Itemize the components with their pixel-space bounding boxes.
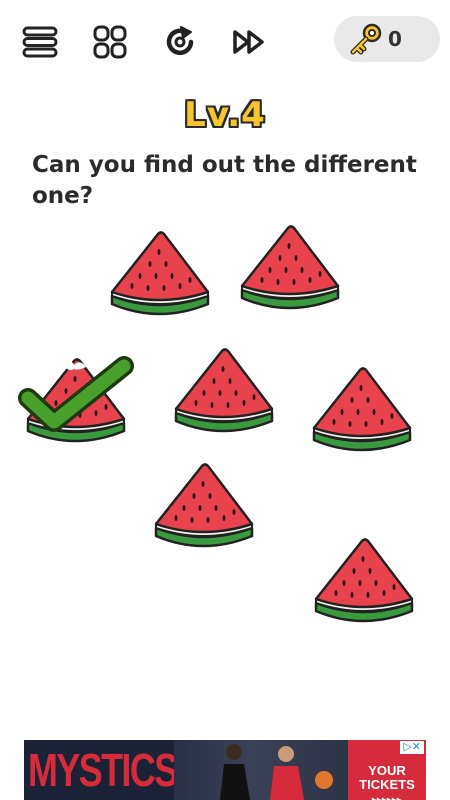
- levels-button[interactable]: [88, 20, 132, 64]
- ad-brand: MYSTICS: [28, 744, 178, 796]
- key-icon: [350, 23, 382, 55]
- watermelon-bottom-right[interactable]: [308, 535, 420, 627]
- skip-icon: [233, 30, 264, 54]
- watermelon-lower-center[interactable]: [148, 460, 260, 552]
- watermelon-center[interactable]: [168, 345, 280, 437]
- levels-grid-icon: [93, 25, 127, 59]
- restart-icon: [166, 26, 194, 56]
- ad-cta-arrows: ▸▸▸▸▸▸: [372, 795, 402, 800]
- question-text: Can you find out the different one?: [32, 152, 417, 209]
- ad-cta-label: YOUR TICKETS: [359, 763, 415, 792]
- keys-counter[interactable]: 0: [334, 16, 440, 62]
- watermelon-right-middle[interactable]: [306, 364, 418, 456]
- watermelon-top-right[interactable]: [234, 222, 346, 314]
- menu-icon: [22, 26, 58, 58]
- watermelon-left-middle[interactable]: [20, 355, 132, 447]
- skip-button[interactable]: [228, 20, 272, 64]
- menu-button[interactable]: [18, 20, 62, 64]
- watermelon-top-left[interactable]: [104, 228, 216, 320]
- restart-button[interactable]: [158, 20, 202, 64]
- level-title: Lv.4: [184, 95, 266, 135]
- keys-count: 0: [388, 27, 402, 51]
- ad-banner[interactable]: MYSTICS YOUR TICKETS ▸▸▸▸▸▸ ▷✕: [24, 740, 426, 800]
- ad-choices-icon[interactable]: ▷✕: [400, 741, 424, 754]
- ad-photo: [174, 740, 374, 800]
